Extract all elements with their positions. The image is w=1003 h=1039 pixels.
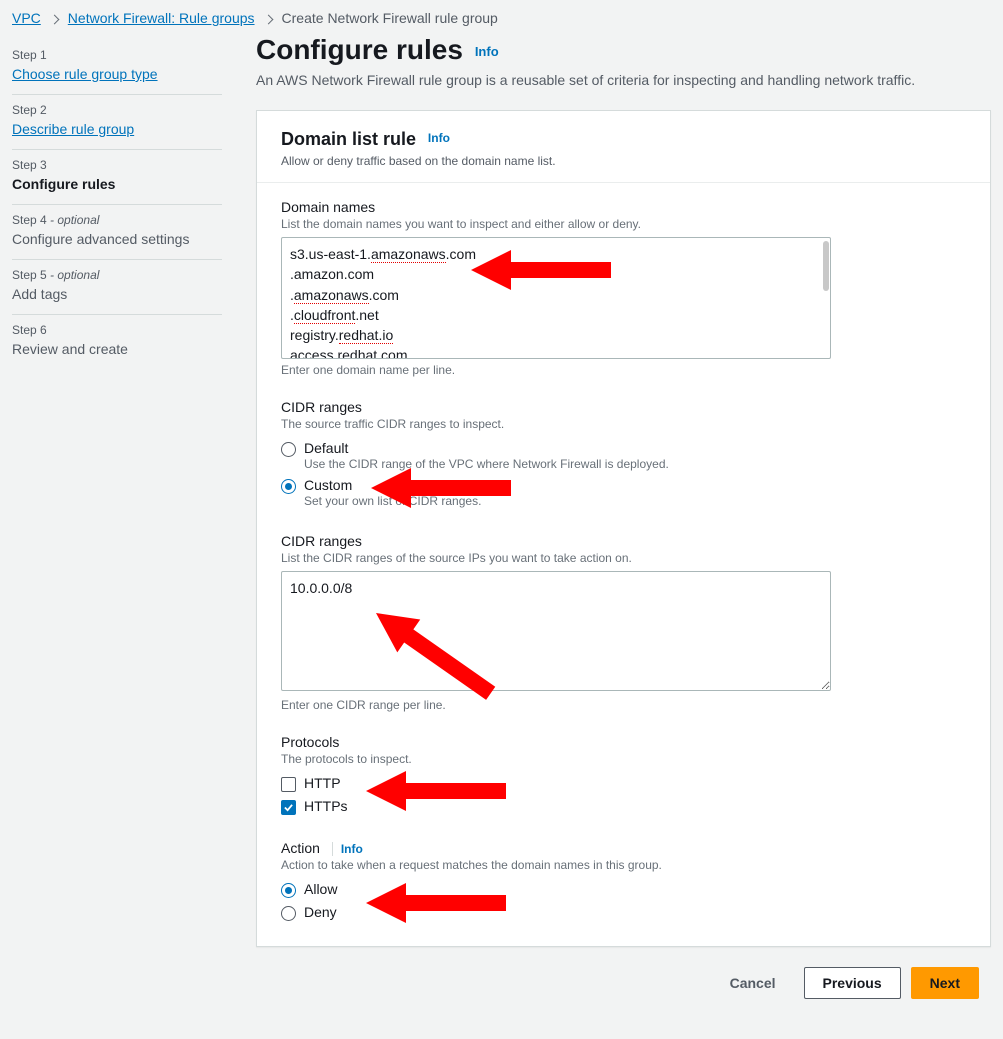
cidr-ranges-group: CIDR ranges List the CIDR ranges of the … (281, 533, 966, 712)
step-title: Configure advanced settings (12, 231, 222, 247)
chevron-right-icon (51, 11, 58, 26)
panel-title: Domain list rule (281, 129, 416, 149)
info-link[interactable]: Info (475, 44, 499, 59)
cidr-mode-group: CIDR ranges The source traffic CIDR rang… (281, 399, 966, 511)
option-label: HTTP (304, 775, 341, 791)
radio-icon[interactable] (281, 883, 296, 898)
option-label: HTTPs (304, 798, 348, 814)
field-footnote: Enter one domain name per line. (281, 363, 966, 377)
action-deny[interactable]: Deny (281, 901, 966, 924)
protocols-group: Protocols The protocols to inspect. HTTP… (281, 734, 966, 818)
cancel-button[interactable]: Cancel (712, 967, 794, 999)
field-hint: The protocols to inspect. (281, 752, 966, 766)
step-label: Step 1 (12, 48, 222, 62)
sidebar-step-1[interactable]: Step 1 Choose rule group type (12, 40, 222, 94)
protocol-http[interactable]: HTTP (281, 772, 966, 795)
panel-header: Domain list rule Info Allow or deny traf… (257, 111, 990, 183)
step-label: Step 4 - optional (12, 213, 222, 227)
field-hint: List the domain names you want to inspec… (281, 217, 966, 231)
domain-names-input[interactable]: s3.us-east-1.amazonaws.com .amazon.com .… (281, 237, 831, 359)
field-footnote: Enter one CIDR range per line. (281, 698, 966, 712)
checkbox-icon[interactable] (281, 800, 296, 815)
field-hint: The source traffic CIDR ranges to inspec… (281, 417, 966, 431)
option-label: Deny (304, 904, 337, 920)
checkbox-icon[interactable] (281, 777, 296, 792)
previous-button[interactable]: Previous (804, 967, 901, 999)
protocol-https[interactable]: HTTPs (281, 795, 966, 818)
radio-icon[interactable] (281, 479, 296, 494)
page-title: Configure rules (256, 34, 463, 65)
info-link[interactable]: Info (428, 131, 450, 145)
breadcrumb-rule-groups[interactable]: Network Firewall: Rule groups (68, 10, 255, 26)
field-label: Domain names (281, 199, 966, 215)
step-title: Configure rules (12, 176, 222, 192)
sidebar-step-4: Step 4 - optional Configure advanced set… (12, 205, 222, 259)
info-link[interactable]: Info (332, 842, 363, 856)
cidr-mode-default[interactable]: Default Use the CIDR range of the VPC wh… (281, 437, 966, 474)
step-label: Step 5 - optional (12, 268, 222, 282)
radio-icon[interactable] (281, 906, 296, 921)
sidebar-step-6: Step 6 Review and create (12, 315, 222, 369)
cidr-ranges-input[interactable] (281, 571, 831, 691)
breadcrumb-current: Create Network Firewall rule group (282, 10, 498, 26)
main-content: Configure rules Info An AWS Network Fire… (256, 34, 991, 1019)
wizard-footer: Cancel Previous Next (256, 947, 991, 1019)
breadcrumb-vpc[interactable]: VPC (12, 10, 41, 26)
panel-hint: Allow or deny traffic based on the domai… (281, 154, 966, 168)
radio-icon[interactable] (281, 442, 296, 457)
breadcrumb: VPC Network Firewall: Rule groups Create… (0, 0, 1003, 34)
field-hint: List the CIDR ranges of the source IPs y… (281, 551, 966, 565)
action-allow[interactable]: Allow (281, 878, 966, 901)
field-label: CIDR ranges (281, 533, 966, 549)
action-group: Action Info Action to take when a reques… (281, 840, 966, 924)
option-label: Default (304, 440, 669, 456)
step-title[interactable]: Choose rule group type (12, 66, 222, 82)
step-label: Step 3 (12, 158, 222, 172)
chevron-right-icon (265, 11, 272, 26)
domain-list-rule-panel: Domain list rule Info Allow or deny traf… (256, 110, 991, 947)
next-button[interactable]: Next (911, 967, 979, 999)
step-title: Add tags (12, 286, 222, 302)
step-label: Step 6 (12, 323, 222, 337)
step-title: Review and create (12, 341, 222, 357)
page-subtitle: An AWS Network Firewall rule group is a … (256, 72, 991, 88)
field-label: Protocols (281, 734, 966, 750)
domain-names-group: Domain names List the domain names you w… (281, 199, 966, 377)
sidebar-step-3: Step 3 Configure rules (12, 150, 222, 204)
sidebar-step-2[interactable]: Step 2 Describe rule group (12, 95, 222, 149)
wizard-sidebar: Step 1 Choose rule group type Step 2 Des… (12, 34, 222, 369)
option-label: Allow (304, 881, 337, 897)
field-hint: Action to take when a request matches th… (281, 858, 966, 872)
cidr-mode-custom[interactable]: Custom Set your own list of CIDR ranges. (281, 474, 966, 511)
field-label: Action (281, 840, 320, 856)
step-label: Step 2 (12, 103, 222, 117)
option-desc: Set your own list of CIDR ranges. (304, 494, 481, 508)
option-label: Custom (304, 477, 481, 493)
field-label: CIDR ranges (281, 399, 966, 415)
step-title[interactable]: Describe rule group (12, 121, 222, 137)
sidebar-step-5: Step 5 - optional Add tags (12, 260, 222, 314)
option-desc: Use the CIDR range of the VPC where Netw… (304, 457, 669, 471)
